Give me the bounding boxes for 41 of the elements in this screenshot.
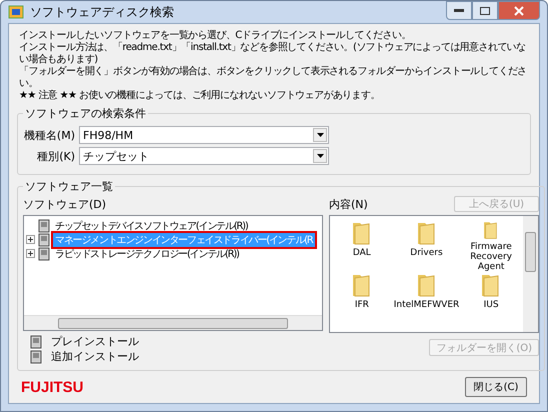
close-dialog-button[interactable]: 閉じる(C) [465, 377, 527, 397]
app-icon [8, 4, 24, 20]
software-icon [37, 218, 51, 232]
instruction-text: ★★ 注意 ★★ お使いの機種によっては、ご利用になれないソフトウェアがあります。 [18, 90, 381, 102]
folder-name: Firmware Recovery Agent [469, 242, 513, 272]
dropdown-field[interactable]: チップセット [79, 147, 329, 165]
legend-text: 追加インストール [51, 349, 139, 364]
instruction-text: インストール方法は、「readme.txt」「install.txt」などを参照してください。(ソフトウェアによっては用意されていない場合もあります) [18, 42, 527, 66]
folder-name: IUS [484, 300, 499, 310]
tree-item[interactable]: ラピッドストレージテクノロジー(インテル(R)) [53, 246, 241, 260]
instruction-text: インストールしたいソフトウェアを一覧から選び、Cドライブにインストールしてください。 [18, 30, 412, 42]
software-icon [37, 246, 51, 260]
folder-name: Drivers [410, 248, 443, 258]
folder-name: IntelMEFWVER [394, 300, 460, 310]
software-icon [29, 350, 43, 364]
close-button[interactable] [498, 1, 540, 20]
expand-icon[interactable] [26, 249, 35, 258]
group-title: ソフトウェア一覧 [24, 179, 114, 194]
minimize-icon [454, 8, 464, 12]
minimize-button[interactable] [446, 1, 472, 20]
logo: FUJITSU [21, 378, 84, 396]
tree-item[interactable]: チップセットデバイスソフトウェア(インテル(R)) [53, 218, 250, 232]
group-title: ソフトウェアの検索条件 [24, 106, 147, 121]
software-icon [37, 232, 51, 246]
window-title: ソフトウェアディスク検索 [30, 4, 174, 20]
field-label: 種別(K) [36, 148, 75, 164]
software-icon [29, 334, 43, 348]
dropdown-field[interactable]: FH98/HM [79, 126, 329, 144]
tree-label: ソフトウェア(D) [23, 197, 106, 212]
close-icon [514, 6, 524, 16]
legend-text: プレインストール [51, 334, 139, 349]
horizontal-scrollbar[interactable] [24, 315, 322, 330]
contents-label: 内容(N) [329, 197, 368, 212]
folder-name: DAL [352, 248, 371, 258]
folder-name: IFR [354, 300, 369, 310]
instruction-text: 「フォルダーを開く」ボタンが有効の場合は、ボタンをクリックして表示されるフォルダーからインストールしてください。 [18, 66, 528, 90]
expand-icon[interactable] [26, 235, 35, 244]
maximize-icon [480, 6, 490, 14]
field-label: 機種名(M) [23, 128, 75, 142]
vertical-scrollbar[interactable] [523, 216, 538, 332]
maximize-button[interactable] [472, 1, 498, 20]
